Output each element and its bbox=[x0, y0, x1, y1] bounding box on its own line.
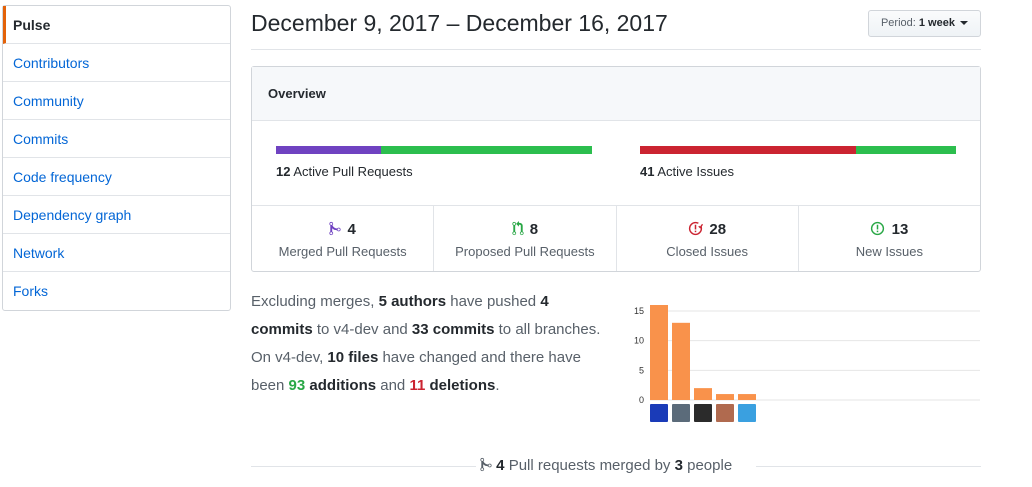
all-commits-count: 33 commits bbox=[411, 321, 495, 338]
author-avatar bbox=[738, 404, 756, 422]
commit-bar bbox=[694, 388, 712, 400]
people-count: 3 bbox=[674, 457, 683, 474]
author-avatar bbox=[716, 404, 734, 422]
commit-bar bbox=[650, 305, 668, 400]
pull-requests-ratio-bar bbox=[276, 146, 592, 154]
new-issues-stat[interactable]: 13 New Issues bbox=[799, 206, 980, 271]
merged-pr-total: 4 bbox=[496, 457, 505, 474]
author-avatar bbox=[672, 404, 690, 422]
summary-text: have pushed bbox=[446, 293, 541, 310]
period-value: 1 week bbox=[918, 17, 955, 29]
proposed-segment bbox=[381, 146, 592, 154]
author-avatar bbox=[694, 404, 712, 422]
overview-heading: Overview bbox=[252, 67, 980, 121]
merged-pull-requests-stat[interactable]: 4 Merged Pull Requests bbox=[252, 206, 435, 271]
active-issues-link[interactable]: 41 Active Issues bbox=[640, 164, 734, 179]
footer-text: Pull requests merged by bbox=[508, 457, 671, 474]
active-issues-label: Active Issues bbox=[657, 164, 734, 179]
proposed-pull-requests-stat[interactable]: 8 Proposed Pull Requests bbox=[434, 206, 617, 271]
sidebar-item-dependency-graph[interactable]: Dependency graph bbox=[3, 196, 230, 234]
period-select-button[interactable]: Period: 1 week bbox=[868, 10, 981, 37]
pulse-sidebar-nav: Pulse Contributors Community Commits Cod… bbox=[2, 5, 231, 311]
y-tick-label: 10 bbox=[634, 336, 644, 346]
active-pull-requests-link[interactable]: 12 Active Pull Requests bbox=[276, 164, 413, 179]
active-issues-count: 41 bbox=[640, 164, 655, 179]
closed-segment bbox=[640, 146, 856, 154]
y-tick-label: 0 bbox=[639, 395, 644, 405]
page-title: December 9, 2017 – December 16, 2017 bbox=[251, 10, 668, 36]
new-issues-label: New Issues bbox=[855, 244, 923, 259]
commit-bar bbox=[672, 322, 690, 400]
footer-divider bbox=[251, 466, 476, 467]
issue-closed-icon bbox=[689, 221, 704, 236]
author-avatar bbox=[650, 404, 668, 422]
authors-count: 5 authors bbox=[378, 293, 447, 310]
y-tick-label: 15 bbox=[634, 306, 644, 316]
closed-issues-count: 28 bbox=[709, 221, 727, 238]
closed-issues-label: Closed Issues bbox=[666, 244, 748, 259]
active-pr-count: 12 bbox=[276, 164, 291, 179]
open-segment bbox=[855, 146, 956, 154]
closed-issues-stat[interactable]: 28 Closed Issues bbox=[617, 206, 799, 271]
deletions-count: 11 bbox=[409, 377, 426, 394]
additions-count: 93 bbox=[288, 377, 306, 394]
sidebar-item-contributors[interactable]: Contributors bbox=[3, 44, 230, 82]
merged-pull-requests-summary: 4 Pull requests merged by 3 people bbox=[480, 457, 732, 474]
y-tick-label: 5 bbox=[639, 365, 644, 375]
footer-text: people bbox=[687, 457, 733, 474]
commits-by-author-chart: 0 5 10 15 bbox=[634, 305, 980, 422]
caret-down-icon bbox=[960, 21, 969, 26]
deletions-word: deletions bbox=[429, 377, 496, 394]
files-changed-count: 10 files bbox=[327, 349, 379, 366]
sidebar-item-forks[interactable]: Forks bbox=[3, 272, 230, 310]
git-merge-icon bbox=[480, 457, 492, 472]
issue-opened-icon bbox=[871, 221, 885, 236]
branch-commits-word: commits bbox=[251, 321, 313, 338]
commit-bar bbox=[738, 394, 756, 400]
commit-summary: Excluding merges, 5 authors have pushed … bbox=[251, 288, 601, 400]
merged-pr-label: Merged Pull Requests bbox=[278, 244, 407, 259]
additions-word: additions bbox=[309, 377, 377, 394]
git-pull-request-icon bbox=[511, 221, 524, 236]
sidebar-item-network[interactable]: Network bbox=[3, 234, 230, 272]
branch-commits-count: 4 bbox=[540, 293, 549, 310]
overview-stats: 4 Merged Pull Requests 8 Proposed Pull R… bbox=[252, 205, 980, 271]
sidebar-item-community[interactable]: Community bbox=[3, 82, 230, 120]
sidebar-item-commits[interactable]: Commits bbox=[3, 120, 230, 158]
title-divider bbox=[251, 49, 981, 50]
proposed-pr-label: Proposed Pull Requests bbox=[455, 244, 595, 259]
period-prefix: Period: bbox=[880, 17, 916, 29]
active-pr-label: Active Pull Requests bbox=[293, 164, 413, 179]
git-merge-icon bbox=[329, 221, 341, 236]
merged-segment bbox=[276, 146, 382, 154]
new-issues-count: 13 bbox=[891, 221, 909, 238]
summary-text: . bbox=[495, 377, 500, 394]
issues-ratio-bar bbox=[640, 146, 956, 154]
merged-pr-count: 4 bbox=[347, 221, 356, 238]
sidebar-item-pulse[interactable]: Pulse bbox=[3, 6, 230, 44]
proposed-pr-count: 8 bbox=[529, 221, 539, 238]
summary-text: to v4-dev and bbox=[312, 321, 412, 338]
footer-divider bbox=[756, 466, 981, 467]
sidebar-item-code-frequency[interactable]: Code frequency bbox=[3, 158, 230, 196]
overview-box: Overview 12 Active Pull Requests 41 Acti… bbox=[251, 66, 981, 272]
commit-bar bbox=[716, 394, 734, 400]
summary-text: and bbox=[376, 377, 410, 394]
summary-text: Excluding merges, bbox=[251, 293, 379, 310]
